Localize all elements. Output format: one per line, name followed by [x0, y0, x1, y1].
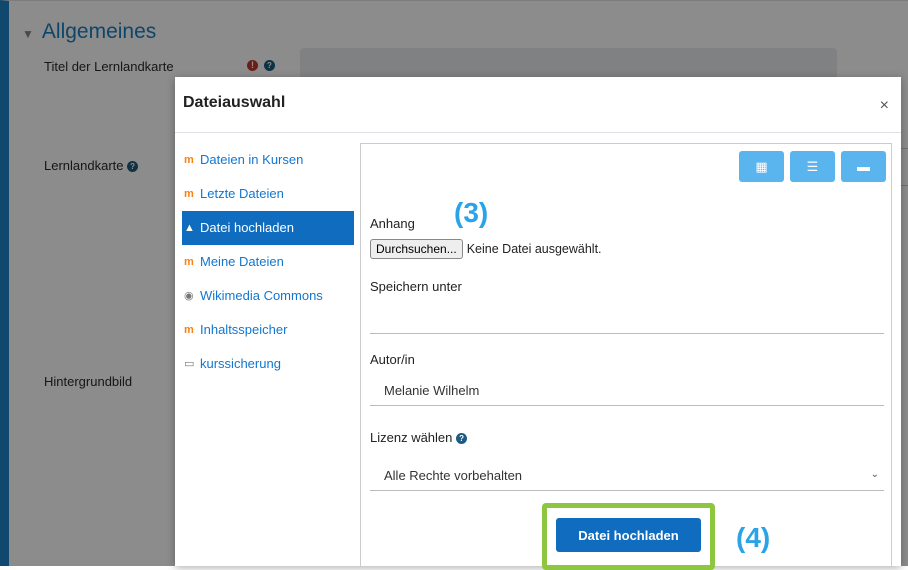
repo-item-wikimedia[interactable]: ◉ Wikimedia Commons — [182, 279, 354, 313]
highlight-box: Datei hochladen — [542, 503, 715, 570]
repo-item-content-bank[interactable]: m Inhaltsspeicher — [182, 313, 354, 347]
list-icon: ☰ — [806, 158, 819, 174]
repo-item-my-files[interactable]: m Meine Dateien — [182, 245, 354, 279]
close-icon[interactable]: × — [880, 97, 889, 115]
license-select[interactable]: Alle Rechte vorbehalten ⌄ — [370, 459, 884, 491]
list-view-button[interactable]: ☰ — [790, 151, 835, 182]
save-as-input[interactable] — [370, 300, 884, 334]
step-annotation-3: (3) — [454, 197, 489, 228]
upload-panel: ▦ ☰ ▬ Anhang (3) Durchsuchen... Keine Da… — [360, 143, 892, 570]
author-input[interactable]: Melanie Wilhelm — [370, 372, 884, 406]
repo-item-recent-files[interactable]: m Letzte Dateien — [182, 177, 354, 211]
repo-item-upload[interactable]: ▲ Datei hochladen — [182, 211, 354, 245]
file-picker-dialog: Dateiauswahl × m Dateien in Kursen m Let… — [175, 77, 901, 570]
step-annotation-4: (4) — [736, 522, 771, 553]
wikimedia-icon: ◉ — [184, 290, 194, 302]
repository-list: m Dateien in Kursen m Letzte Dateien ▲ D… — [182, 143, 354, 381]
author-label: Autor/in — [370, 352, 415, 367]
upload-button[interactable]: Datei hochladen — [556, 518, 701, 552]
divider — [175, 132, 901, 133]
moodle-icon: m — [184, 256, 194, 268]
attachment-label: Anhang — [370, 216, 415, 231]
icons-view-button[interactable]: ▦ — [739, 151, 784, 182]
no-file-text: Keine Datei ausgewählt. — [466, 242, 602, 256]
repo-item-course-files[interactable]: m Dateien in Kursen — [182, 143, 354, 177]
tree-view-button[interactable]: ▬ — [841, 151, 886, 182]
browse-button[interactable]: Durchsuchen... — [370, 239, 463, 259]
license-label: Lizenz wählen ? — [370, 430, 468, 445]
moodle-icon: m — [184, 188, 194, 200]
dialog-title: Dateiauswahl — [183, 94, 286, 111]
moodle-icon: m — [184, 324, 194, 336]
moodle-icon: m — [184, 154, 194, 166]
save-as-label: Speichern unter — [370, 279, 462, 294]
backup-icon: ▭ — [184, 358, 195, 370]
chevron-down-icon: ⌄ — [870, 469, 879, 480]
help-icon[interactable]: ? — [456, 433, 468, 445]
folder-icon: ▬ — [857, 159, 870, 174]
view-switcher: ▦ ☰ ▬ — [733, 151, 886, 182]
upload-icon: ▲ — [184, 222, 195, 234]
file-input[interactable]: Durchsuchen... Keine Datei ausgewählt. — [370, 239, 602, 259]
repo-item-backup[interactable]: ▭ kurssicherung — [182, 347, 354, 381]
grid-icon: ▦ — [755, 158, 768, 174]
